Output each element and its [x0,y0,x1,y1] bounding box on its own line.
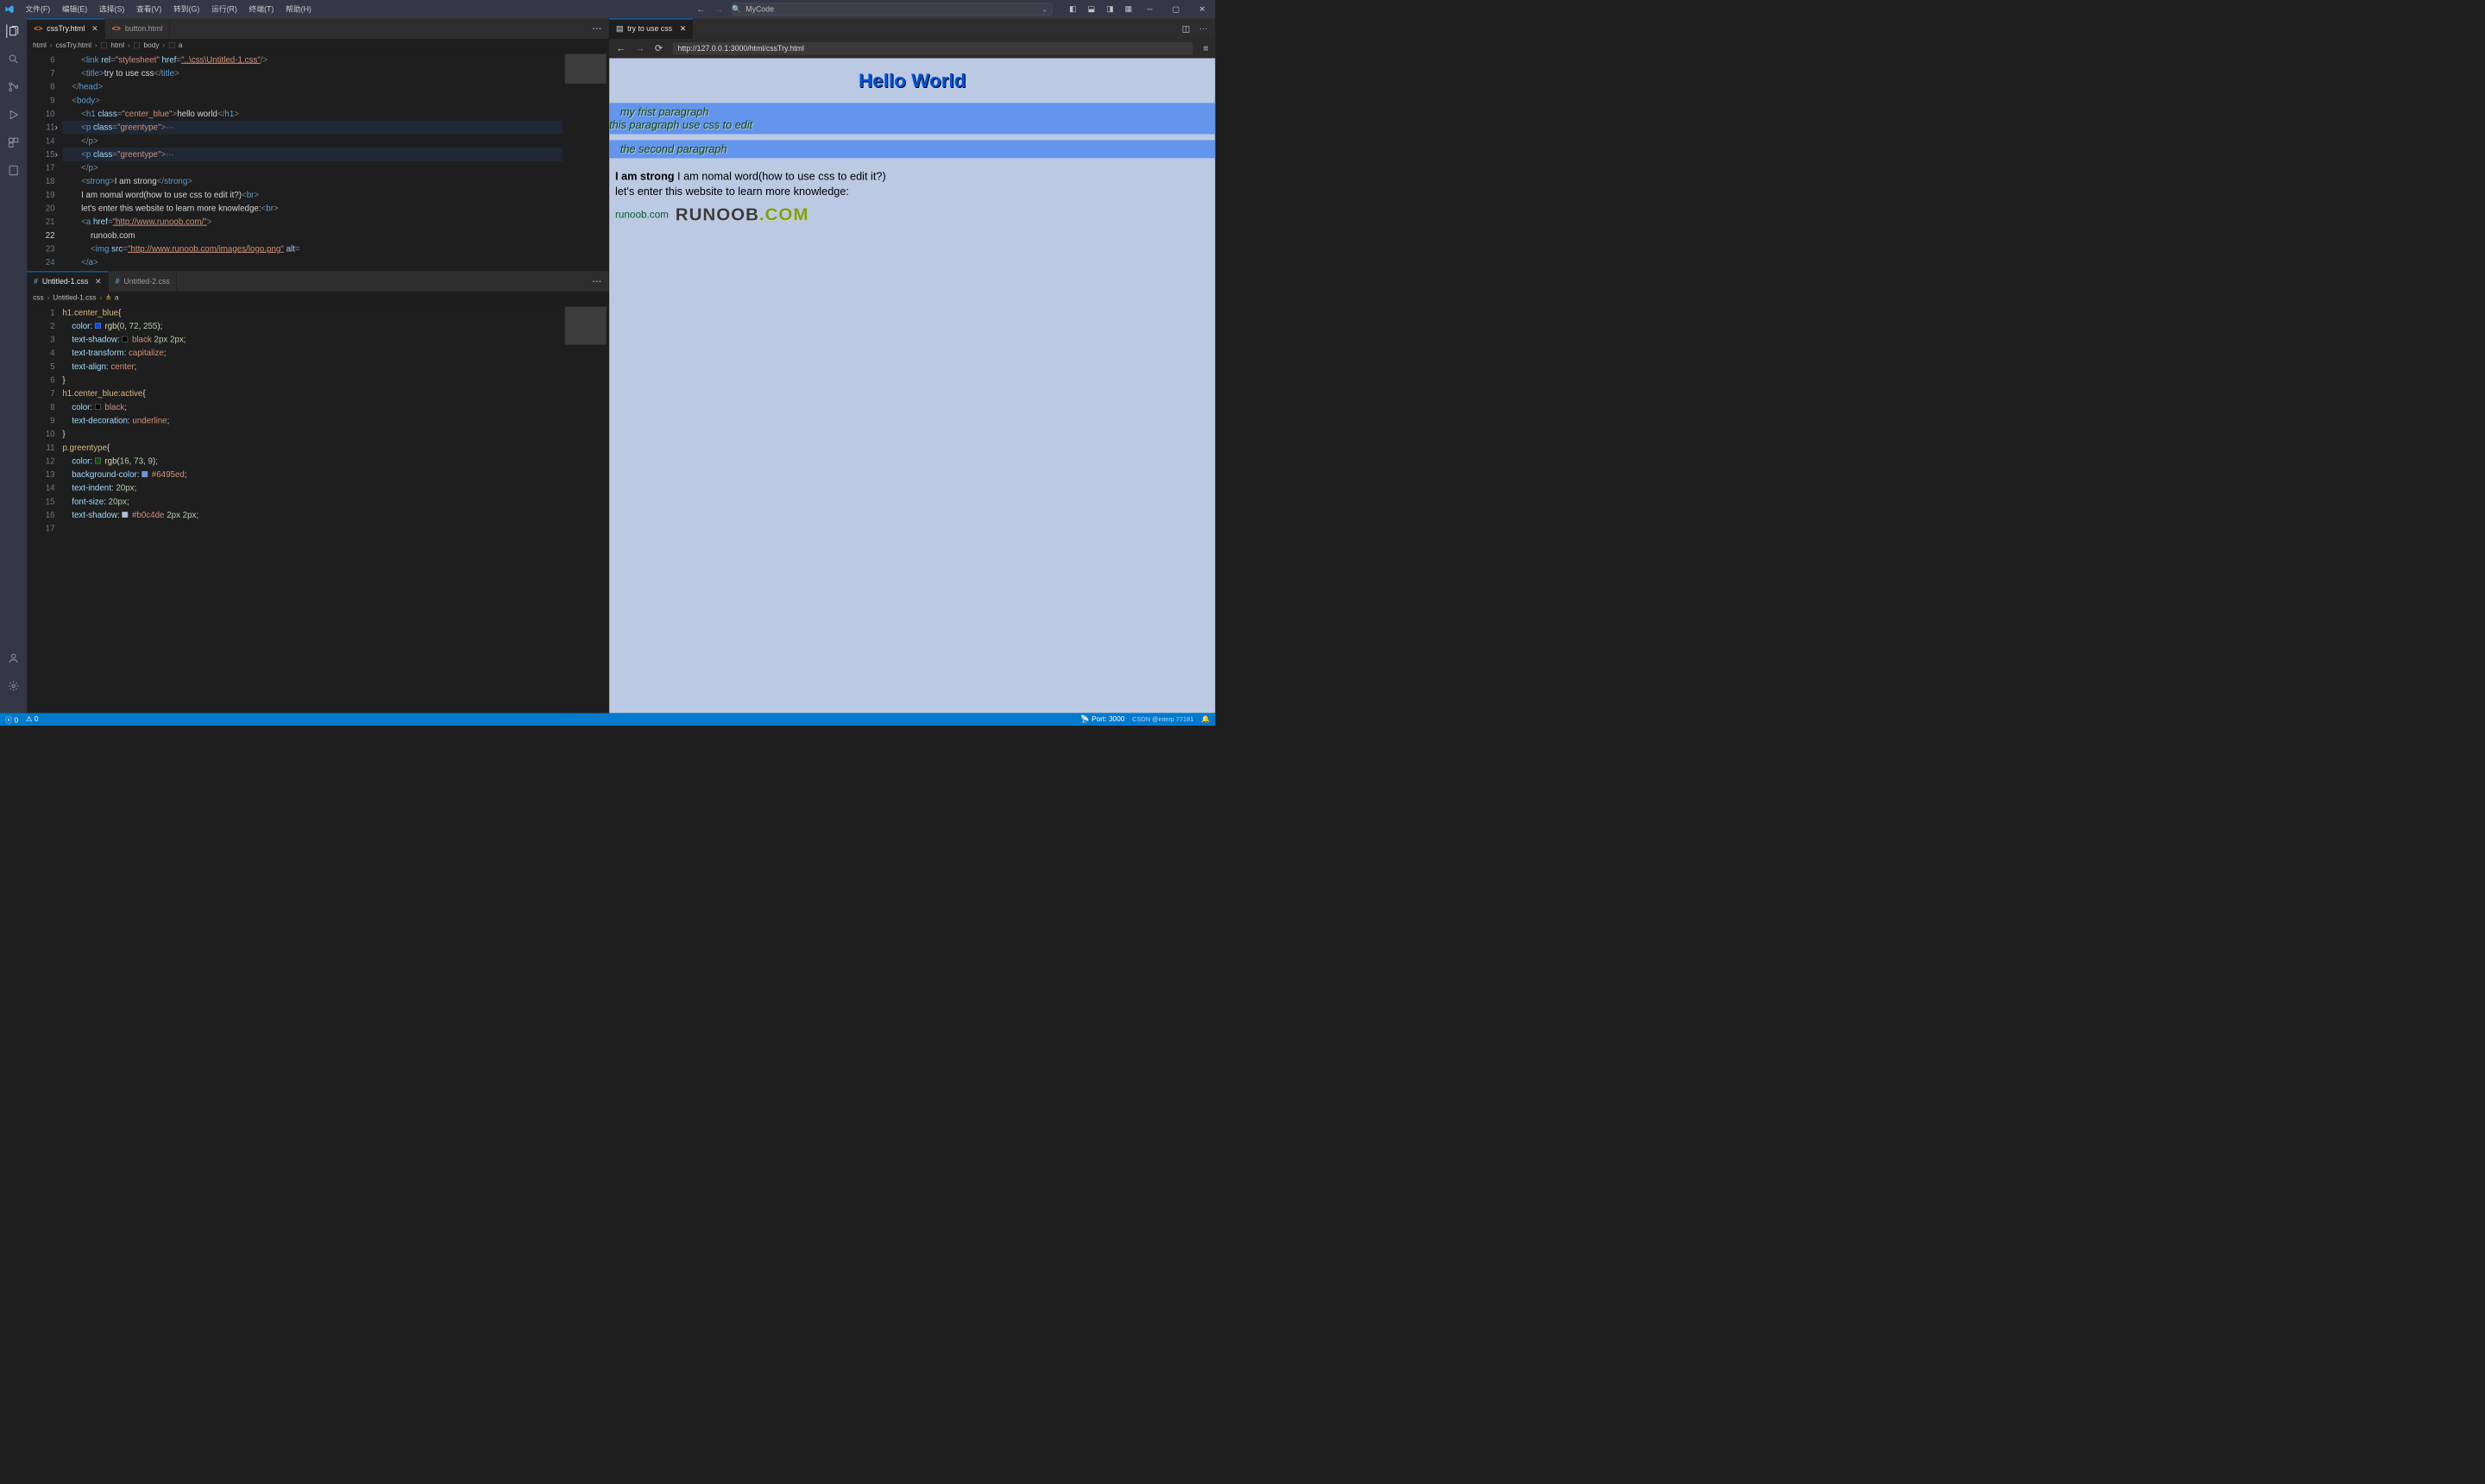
search-icon[interactable] [7,53,21,66]
minimap-bottom[interactable] [563,305,609,714]
nav-arrows: ← → [696,3,732,15]
browser-url-input[interactable]: http://127.0.0.1:3000/html/cssTry.html [673,42,1193,55]
menu-item[interactable]: 查看(V) [130,0,167,19]
editor-tab[interactable]: <>button.html [105,19,170,39]
breadcrumb-item[interactable]: Untitled-1.css [53,293,96,302]
window-controls: ─ ▢ ✕ [1136,0,1215,19]
extensions-icon[interactable] [7,135,21,149]
editor-more-icon[interactable]: ⋯ [584,19,608,39]
page-body-text: I am strong I am nomal word(how to use c… [609,164,1215,203]
search-icon: 🔍 [732,5,741,14]
breadcrumb-item[interactable]: body [143,41,159,49]
maximize-button[interactable]: ▢ [1163,0,1189,19]
title-bar: 文件(F)编辑(E)选择(S)查看(V)转到(G)运行(R)终端(T)帮助(H)… [0,0,1215,19]
browser-forward-icon[interactable]: → [635,43,645,54]
browser-back-icon[interactable]: ← [616,43,626,54]
status-errors[interactable]: ⓧ 0 [5,714,18,725]
more-icon[interactable]: ⋯ [1199,23,1208,34]
green-paragraph-1: my frist paragraph this paragraph use cs… [609,103,1215,134]
rendered-page: Hello World my frist paragraph this para… [609,58,1215,713]
menu-item[interactable]: 运行(R) [205,0,243,19]
status-notifications-icon[interactable]: 🔔 [1201,715,1210,724]
file-icon: # [116,277,120,286]
editor-tabs-bottom: #Untitled-1.css✕#Untitled-2.css ⋯ [27,271,608,291]
file-icon: <> [112,24,121,33]
breadcrumb-top[interactable]: html›cssTry.html›⬚html›⬚body›⬚a [27,39,608,52]
green-paragraph-2: the second paragraph [609,140,1215,158]
minimap-top[interactable] [563,52,609,271]
breadcrumb-item[interactable]: a [115,293,119,302]
layout-sidebar-right-icon[interactable]: ◨ [1106,4,1116,14]
page-heading: Hello World [609,69,1215,91]
menu-item[interactable]: 文件(F) [19,0,56,19]
chevron-down-icon: ⌄ [1041,5,1052,14]
editor-tab[interactable]: #Untitled-2.css [109,271,177,291]
runoob-logo: RUNOOB.COM [676,204,809,224]
vscode-logo-icon [0,4,19,14]
editor-tab[interactable]: <>cssTry.html✕ [27,19,105,39]
layout-customize-icon[interactable]: ▦ [1125,4,1135,14]
menu-item[interactable]: 终端(T) [243,0,280,19]
close-icon[interactable]: ✕ [91,24,98,33]
command-center-text: MyCode [746,5,774,14]
activity-bar [0,19,27,714]
code-editor-bottom[interactable]: 1234567891011121314151617 h1.center_blue… [27,305,608,714]
menu-item[interactable]: 选择(S) [93,0,130,19]
reader-icon[interactable] [7,164,21,178]
run-debug-icon[interactable] [7,108,21,122]
editor-tab[interactable]: #Untitled-1.css✕ [27,271,108,291]
file-icon: # [34,277,38,286]
browser-menu-icon[interactable]: ≡ [1203,43,1208,54]
close-icon[interactable]: ✕ [95,277,101,286]
split-editor-icon[interactable]: ◫ [1182,23,1190,34]
layout-controls: ◧ ⬓ ◨ ▦ [1069,4,1136,14]
status-warnings[interactable]: ⚠ 0 [26,715,38,724]
explorer-icon[interactable] [6,24,20,38]
breadcrumb-item[interactable]: a [179,41,183,49]
breadcrumb-bottom[interactable]: css›Untitled-1.css›⋔a [27,292,608,305]
menu-item[interactable]: 帮助(H) [280,0,318,19]
minimize-button[interactable]: ─ [1136,0,1162,19]
browser-tabs: ▤ try to use css ✕ ◫ ⋯ [609,19,1215,39]
breadcrumb-item[interactable]: html [110,41,124,49]
breadcrumb-item[interactable]: html [33,41,47,49]
browser-tab[interactable]: ▤ try to use css ✕ [609,19,693,39]
command-center[interactable]: 🔍 MyCode ⌄ [732,3,1053,16]
file-icon: <> [34,24,42,33]
layout-panel-icon[interactable]: ⬓ [1088,4,1098,14]
preview-icon: ▤ [616,24,623,33]
page-link-row: runoob.com RUNOOB.COM [609,203,1215,226]
breadcrumb-item[interactable]: css [33,293,43,302]
editor-group-left: <>cssTry.html✕<>button.html⋯ html›cssTry… [27,19,609,714]
nav-forward-icon[interactable]: → [714,3,723,15]
code-editor-top[interactable]: 678910111415171819202122232425 <link rel… [27,52,608,271]
layout-sidebar-left-icon[interactable]: ◧ [1069,4,1079,14]
close-icon[interactable]: ✕ [680,24,686,33]
browser-reload-icon[interactable]: ⟳ [655,43,663,54]
editor-more-icon[interactable]: ⋯ [584,271,608,291]
close-button[interactable]: ✕ [1189,0,1215,19]
menu-item[interactable]: 转到(G) [167,0,205,19]
status-port[interactable]: 📡 Port: 3000 [1080,715,1124,724]
nav-back-icon[interactable]: ← [696,3,706,15]
account-icon[interactable] [7,651,21,665]
browser-tab-title: try to use css [627,24,672,33]
runoob-link[interactable]: runoob.com [615,209,669,221]
simple-browser-panel: ▤ try to use css ✕ ◫ ⋯ ← → ⟳ http://127.… [609,19,1215,714]
menu-item[interactable]: 编辑(E) [56,0,93,19]
menu-bar: 文件(F)编辑(E)选择(S)查看(V)转到(G)运行(R)终端(T)帮助(H) [19,0,317,19]
settings-gear-icon[interactable] [7,679,21,693]
browser-toolbar: ← → ⟳ http://127.0.0.1:3000/html/cssTry.… [609,39,1215,58]
status-bar: ⓧ 0 ⚠ 0 📡 Port: 3000 CSDN @interp 77181 … [0,713,1215,726]
status-watermark: CSDN @interp 77181 [1132,716,1193,723]
editor-tabs-top: <>cssTry.html✕<>button.html ⋯ [27,19,608,39]
source-control-icon[interactable] [7,80,21,94]
breadcrumb-item[interactable]: cssTry.html [55,41,91,49]
